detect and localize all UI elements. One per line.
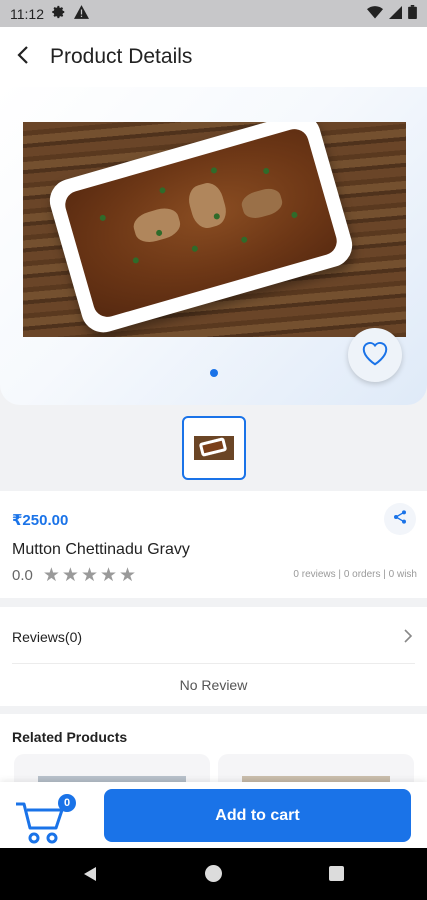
status-left: 11:12 (10, 5, 89, 22)
herb (99, 214, 107, 222)
herb (158, 186, 167, 195)
meat-piece (239, 185, 285, 222)
battery-icon (408, 5, 417, 22)
page-title: Product Details (50, 45, 193, 68)
meat-piece (130, 204, 184, 246)
thumbnail-image (194, 436, 234, 460)
product-image[interactable] (23, 122, 406, 337)
share-button[interactable] (384, 503, 416, 535)
chevron-left-icon (16, 45, 30, 70)
page-indicator-dot (210, 369, 218, 377)
chevron-right-icon[interactable] (403, 629, 413, 648)
thumbnail-row (0, 405, 427, 491)
divider (12, 663, 415, 664)
herb (262, 167, 270, 175)
meat-piece (185, 179, 230, 232)
star-icon: ★ (100, 565, 118, 586)
reviews-section: Reviews(0) No Review (0, 607, 427, 706)
cart-icon (14, 800, 66, 851)
add-to-cart-button[interactable]: Add to cart (104, 789, 411, 842)
cart-button[interactable]: 0 (14, 790, 80, 844)
star-icon: ★ (42, 565, 60, 586)
related-products-title: Related Products (12, 729, 128, 745)
nav-home-icon[interactable] (205, 865, 222, 882)
wifi-icon (367, 5, 383, 22)
back-button[interactable] (0, 27, 46, 87)
product-name: Mutton Chettinadu Gravy (12, 541, 190, 558)
herb (132, 256, 140, 265)
herb (191, 244, 199, 253)
status-right (367, 5, 417, 22)
no-review-text: No Review (179, 677, 248, 693)
herb (290, 211, 299, 219)
app-bar: Product Details (0, 27, 427, 87)
gear-icon (52, 5, 66, 22)
favorite-button[interactable] (348, 328, 402, 382)
heart-outline-icon (360, 339, 390, 372)
rating-value: 0.0 (12, 567, 33, 584)
product-info: ₹250.00 Mutton Chettinadu Gravy 0.0 ★ ★ … (0, 491, 427, 598)
herb (210, 166, 218, 175)
product-stats: 0 reviews | 0 orders | 0 wish (293, 569, 417, 580)
thumbnail[interactable] (182, 416, 246, 480)
rating-row: 0.0 ★ ★ ★ ★ ★ (12, 566, 136, 585)
signal-icon (389, 5, 402, 22)
star-icon: ★ (119, 565, 137, 586)
product-price: ₹250.00 (12, 512, 69, 529)
star-rating: ★ ★ ★ ★ ★ (43, 566, 136, 585)
star-icon: ★ (61, 565, 79, 586)
status-time: 11:12 (10, 5, 44, 22)
product-gallery[interactable] (0, 87, 427, 405)
nav-back-icon[interactable] (82, 866, 98, 887)
herb (240, 236, 248, 244)
bottom-action-bar: 0 Add to cart (0, 782, 427, 848)
status-bar: 11:12 (0, 0, 427, 27)
share-icon (392, 509, 408, 530)
system-nav-bar (0, 848, 427, 900)
warning-icon (74, 5, 89, 22)
cart-count-badge: 0 (58, 794, 76, 812)
nav-recents-icon[interactable] (329, 866, 344, 881)
star-icon: ★ (80, 565, 98, 586)
reviews-header[interactable]: Reviews(0) (12, 629, 82, 645)
